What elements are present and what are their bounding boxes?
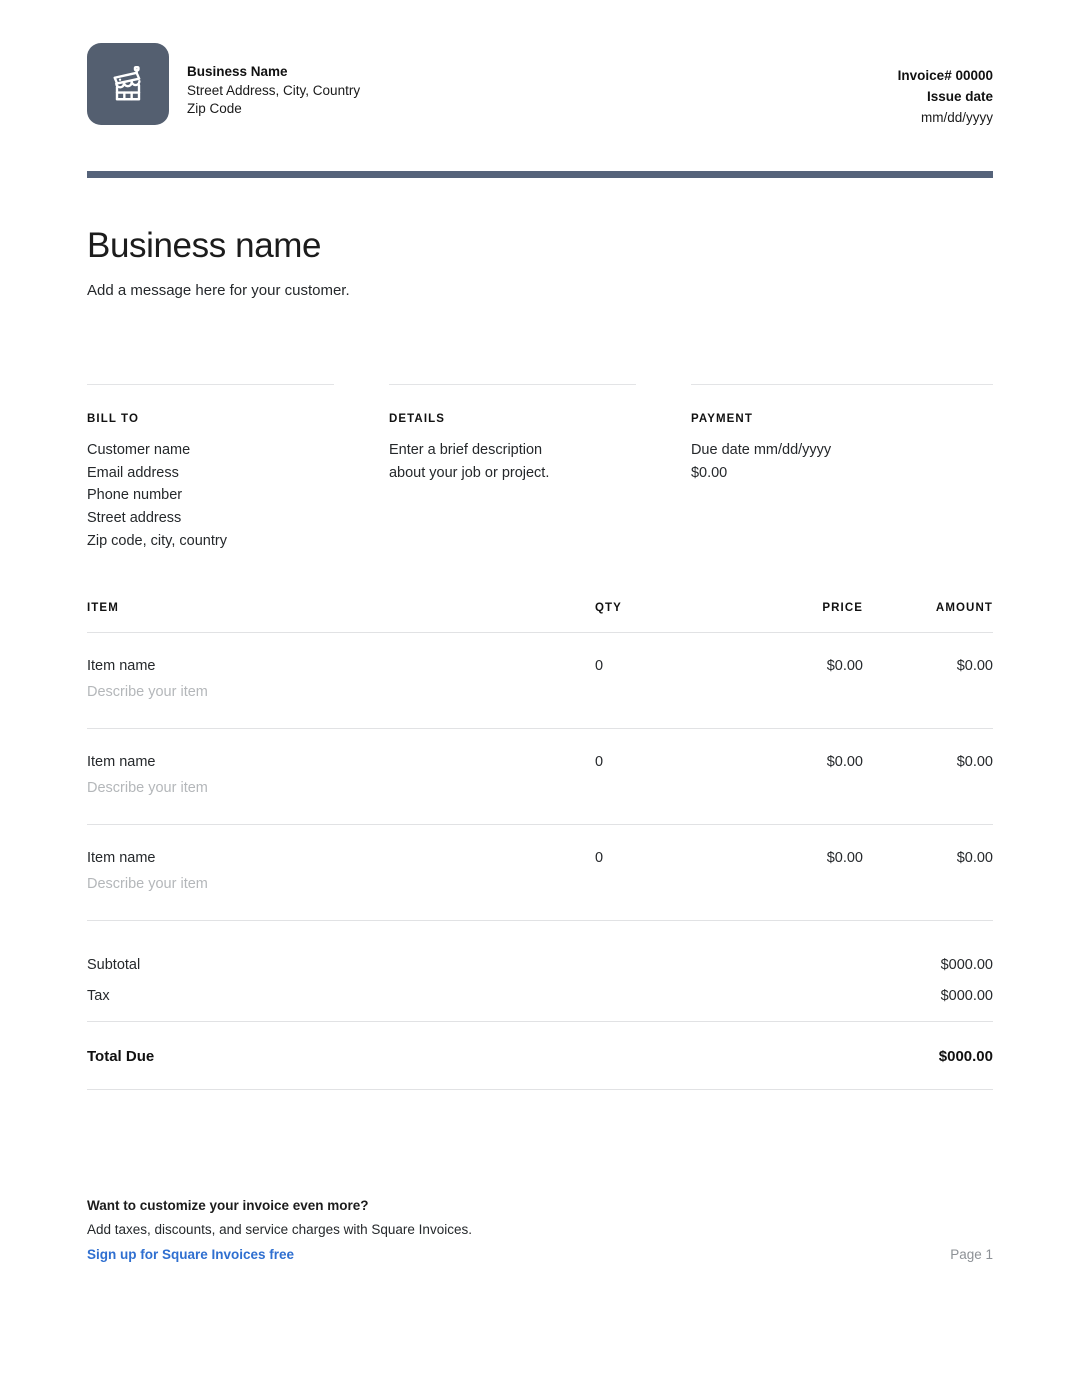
- bill-to-label: BILL TO: [87, 413, 139, 425]
- details-line: about your job or project.: [388, 464, 550, 481]
- invoice-document: Business Name Street Address, City, Coun…: [0, 0, 1080, 1397]
- item-description: Describe your item: [87, 779, 208, 796]
- table-header-row: ITEM QTY PRICE AMOUNT: [87, 602, 993, 633]
- business-street-address: Street Address, City, Country: [187, 82, 361, 98]
- column-header-item: ITEM: [87, 601, 119, 614]
- business-logo: [87, 43, 169, 125]
- item-qty: 0: [595, 849, 604, 866]
- bill-to-line: Customer name: [87, 442, 191, 458]
- details-column: DETAILS Enter a brief description about …: [388, 384, 691, 553]
- payment-label: PAYMENT: [690, 413, 753, 425]
- item-price: $0.00: [826, 753, 863, 770]
- total-due-row: Total Due $000.00: [87, 1022, 993, 1090]
- bill-to-line: Email address: [87, 464, 179, 481]
- invoice-number: Invoice# 00000: [897, 68, 993, 83]
- storefront-icon: [106, 62, 150, 106]
- business-identity-block: Business Name Street Address, City, Coun…: [87, 43, 360, 125]
- invoice-title-block: Business name Add a message here for you…: [87, 226, 993, 301]
- item-description: Describe your item: [87, 683, 208, 700]
- bill-to-details: Customer name Email address Phone number…: [87, 439, 334, 553]
- tax-value: $000.00: [940, 987, 993, 1004]
- subtotal-label: Subtotal: [87, 956, 141, 973]
- signup-link[interactable]: Sign up for Square Invoices free: [87, 1245, 294, 1264]
- subtotal-row: Subtotal $000.00: [87, 921, 993, 973]
- business-name: Business Name: [187, 64, 288, 79]
- item-amount: $0.00: [956, 849, 993, 866]
- item-cell: Item name Describe your item: [87, 656, 595, 702]
- table-row: Item name Describe your item 0 $0.00 $0.…: [87, 729, 993, 825]
- column-divider: [690, 384, 993, 385]
- details-description: Enter a brief description about your job…: [389, 439, 636, 484]
- customer-message: Add a message here for your customer.: [87, 282, 350, 299]
- column-header-amount: AMOUNT: [935, 601, 993, 614]
- item-description: Describe your item: [87, 875, 208, 892]
- subtotal-value: $000.00: [940, 956, 993, 973]
- invoice-header: Business Name Street Address, City, Coun…: [87, 0, 993, 128]
- item-cell: Item name Describe your item: [87, 752, 595, 798]
- issue-date-value: mm/dd/yyyy: [920, 110, 993, 125]
- column-header-price: PRICE: [822, 601, 863, 614]
- item-name: Item name: [87, 753, 156, 770]
- bill-to-line: Street address: [87, 510, 182, 527]
- business-zip-code: Zip Code: [187, 101, 242, 116]
- line-items-table: ITEM QTY PRICE AMOUNT Item name Describe…: [87, 602, 993, 921]
- page-number: Page 1: [950, 1247, 993, 1262]
- invoice-meta-block: Invoice# 00000 Issue date mm/dd/yyyy: [898, 43, 993, 128]
- invoice-footer: Want to customize your invoice even more…: [87, 1196, 993, 1264]
- item-price: $0.00: [826, 849, 863, 866]
- item-amount: $0.00: [956, 657, 993, 674]
- table-row: Item name Describe your item 0 $0.00 $0.…: [87, 633, 993, 729]
- payment-column: PAYMENT Due date mm/dd/yyyy $0.00: [690, 384, 993, 553]
- column-divider: [87, 384, 334, 385]
- item-price: $0.00: [826, 657, 863, 674]
- bill-to-line: Phone number: [87, 487, 183, 504]
- column-header-qty: QTY: [595, 601, 622, 614]
- payment-due-date: Due date mm/dd/yyyy: [690, 442, 832, 458]
- tax-label: Tax: [87, 987, 110, 1004]
- invoice-content: Business Name Street Address, City, Coun…: [87, 0, 993, 1397]
- column-divider: [388, 384, 636, 385]
- item-name: Item name: [87, 849, 156, 866]
- item-amount: $0.00: [956, 753, 993, 770]
- item-qty: 0: [595, 657, 604, 674]
- item-cell: Item name Describe your item: [87, 848, 595, 894]
- totals-section: Subtotal $000.00 Tax $000.00 Total Due $…: [87, 921, 993, 1090]
- total-due-label: Total Due: [87, 1047, 155, 1065]
- business-address-block: Business Name Street Address, City, Coun…: [187, 43, 360, 119]
- footer-subtitle: Add taxes, discounts, and service charge…: [87, 1222, 472, 1237]
- item-name: Item name: [87, 657, 156, 674]
- footer-promo-block: Want to customize your invoice even more…: [87, 1196, 472, 1264]
- invoice-info-columns: BILL TO Customer name Email address Phon…: [87, 384, 993, 553]
- page-title: Business name: [87, 226, 322, 265]
- payment-amount: $0.00: [690, 464, 728, 481]
- bill-to-column: BILL TO Customer name Email address Phon…: [87, 384, 389, 553]
- bill-to-line: Zip code, city, country: [87, 532, 227, 549]
- issue-date-label: Issue date: [926, 89, 993, 104]
- details-label: DETAILS: [388, 413, 446, 425]
- item-qty: 0: [595, 753, 604, 770]
- accent-divider-bar: [87, 171, 993, 178]
- tax-row: Tax $000.00: [87, 973, 993, 1021]
- total-due-value: $000.00: [938, 1047, 993, 1065]
- table-row: Item name Describe your item 0 $0.00 $0.…: [87, 825, 993, 921]
- details-line: Enter a brief description: [388, 442, 543, 458]
- footer-title: Want to customize your invoice even more…: [87, 1198, 369, 1213]
- payment-details: Due date mm/dd/yyyy $0.00: [691, 439, 993, 484]
